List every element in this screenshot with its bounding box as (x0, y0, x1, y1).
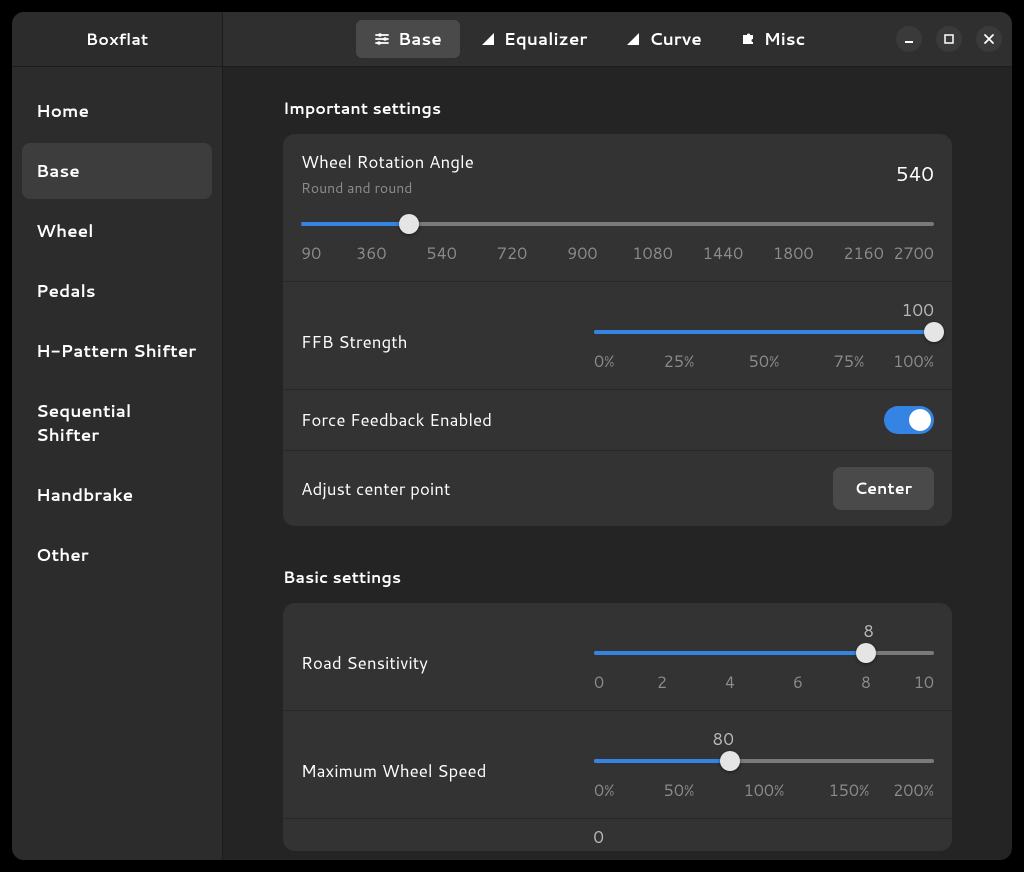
rotation-ticks: 9036054072090010801440180021602700 (301, 242, 934, 265)
close-button[interactable] (976, 26, 1002, 52)
row-partial-next: 0 (283, 818, 952, 851)
header-bar: Base Equalizer Curve Misc (223, 12, 1012, 67)
center-label: Adjust center point (301, 477, 450, 501)
tab-label: Curve (649, 27, 702, 51)
maximize-icon (943, 33, 955, 45)
sidebar: Boxflat HomeBaseWheelPedalsH-Pattern Shi… (12, 12, 223, 860)
ffb-strength-slider[interactable] (594, 324, 934, 340)
row-road-sensitivity: Road Sensitivity 8 0246810 (283, 603, 952, 710)
row-ffb-enabled: Force Feedback Enabled (283, 389, 952, 450)
tab-equalizer[interactable]: Equalizer (462, 20, 606, 58)
tab-label: Misc (764, 27, 806, 51)
sliders-icon (374, 31, 390, 47)
row-rotation-angle: Wheel Rotation Angle Round and round 540… (283, 134, 952, 281)
section-title-basic: Basic settings (283, 566, 952, 589)
sidebar-item-base[interactable]: Base (22, 143, 212, 199)
main-area: Base Equalizer Curve Misc Important setting… (223, 12, 1012, 860)
tab-switcher: Base Equalizer Curve Misc (353, 17, 826, 61)
app-window: Boxflat HomeBaseWheelPedalsH-Pattern Shi… (12, 12, 1012, 860)
ffb-ticks: 0%25%50%75%100% (594, 350, 934, 373)
road-sens-value: 8 (863, 619, 874, 643)
ffb-enabled-toggle[interactable] (884, 406, 934, 434)
slider-thumb[interactable] (720, 751, 740, 771)
row-ffb-strength: FFB Strength 100 0%25%50%75%100% (283, 281, 952, 389)
card-basic: Road Sensitivity 8 0246810 (283, 603, 952, 851)
section-title-important: Important settings (283, 97, 952, 120)
sidebar-item-h-pattern-shifter[interactable]: H-Pattern Shifter (22, 323, 212, 379)
road-sens-label: Road Sensitivity (301, 639, 428, 675)
ffb-strength-value: 100 (902, 298, 934, 322)
signal-icon (625, 31, 641, 47)
speed-ticks: 0%50%100%150%200% (594, 779, 934, 802)
tab-misc[interactable]: Misc (722, 20, 824, 58)
maximize-button[interactable] (936, 26, 962, 52)
app-title: Boxflat (12, 12, 222, 67)
road-ticks: 0246810 (594, 671, 934, 694)
ffb-enabled-label: Force Feedback Enabled (301, 408, 492, 432)
rotation-slider[interactable] (301, 216, 934, 232)
row-center-point: Adjust center point Center (283, 450, 952, 526)
content-area: Important settings Wheel Rotation Angle … (223, 67, 1012, 860)
slider-thumb[interactable] (399, 214, 419, 234)
sidebar-item-sequential-shifter[interactable]: Sequential Shifter (22, 383, 212, 463)
max-speed-label: Maximum Wheel Speed (301, 747, 486, 783)
puzzle-icon (740, 31, 756, 47)
minimize-icon (903, 33, 915, 45)
row-max-wheel-speed: Maximum Wheel Speed 80 0%50%100%150%200% (283, 710, 952, 818)
max-speed-slider[interactable] (594, 753, 934, 769)
tab-curve[interactable]: Curve (607, 20, 720, 58)
sidebar-item-home[interactable]: Home (22, 83, 212, 139)
slider-thumb[interactable] (924, 322, 944, 342)
partial-next-value: 0 (593, 825, 604, 849)
signal-icon (480, 31, 496, 47)
ffb-strength-label: FFB Strength (301, 318, 408, 354)
max-speed-value: 80 (712, 727, 734, 751)
tab-label: Base (398, 27, 442, 51)
tab-base[interactable]: Base (356, 20, 460, 58)
center-button[interactable]: Center (833, 467, 935, 510)
close-icon (983, 33, 995, 45)
sidebar-item-other[interactable]: Other (22, 527, 212, 583)
minimize-button[interactable] (896, 26, 922, 52)
sidebar-item-wheel[interactable]: Wheel (22, 203, 212, 259)
window-controls (896, 26, 1002, 52)
rotation-label: Wheel Rotation Angle (301, 150, 474, 174)
sidebar-item-pedals[interactable]: Pedals (22, 263, 212, 319)
rotation-value: 540 (896, 160, 934, 188)
rotation-subtitle: Round and round (301, 178, 474, 198)
tab-label: Equalizer (504, 27, 588, 51)
toggle-knob (909, 409, 931, 431)
slider-thumb[interactable] (856, 643, 876, 663)
card-important: Wheel Rotation Angle Round and round 540… (283, 134, 952, 526)
sidebar-nav: HomeBaseWheelPedalsH-Pattern ShifterSequ… (12, 67, 222, 599)
sidebar-item-handbrake[interactable]: Handbrake (22, 467, 212, 523)
road-sens-slider[interactable] (594, 645, 934, 661)
